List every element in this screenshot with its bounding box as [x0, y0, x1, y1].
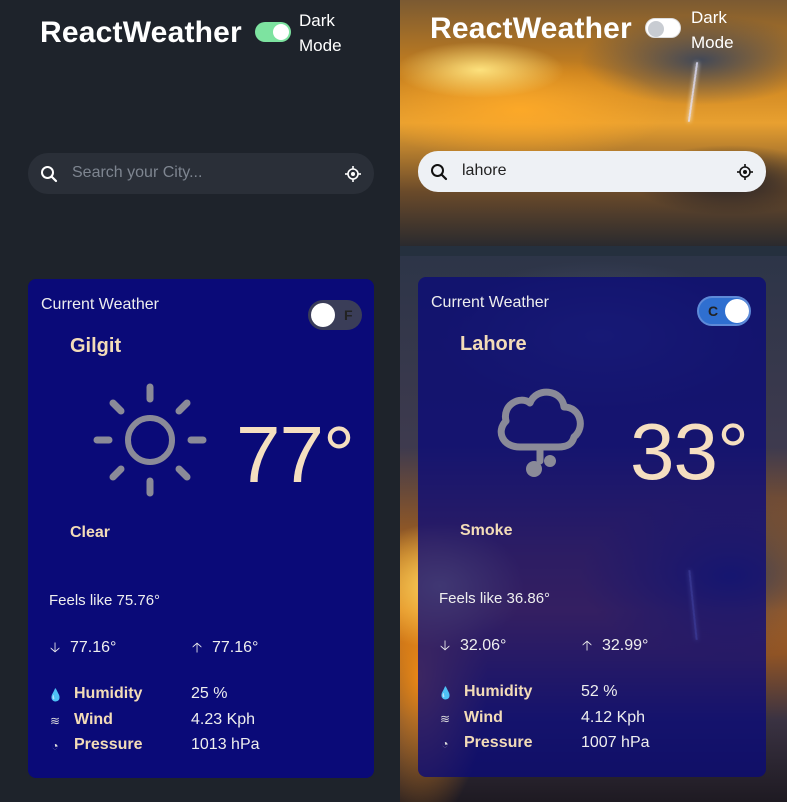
card-heading: Current Weather	[41, 296, 159, 313]
max-temp: 🡡 32.99°	[582, 635, 648, 659]
dark-panel: ReactWeather Dark Mode Search your City.…	[0, 0, 400, 802]
arrow-up-icon: 🡡	[582, 637, 593, 653]
dark-mode-label: Dark Mode	[299, 11, 342, 55]
cloud-hail-icon	[497, 388, 584, 477]
weather-card: Current Weather C Lahore 33° Smoke Feels…	[418, 277, 766, 777]
dark-mode-label: Dark Mode	[691, 8, 734, 52]
sun-icon	[93, 383, 207, 497]
droplet-icon: 💧	[48, 688, 63, 702]
city-name: Gilgit	[70, 335, 122, 357]
feels-like: Feels like 75.76°	[49, 592, 161, 609]
toggle-knob	[273, 24, 289, 40]
unit-toggle-knob	[725, 299, 749, 323]
unit-toggle[interactable]: F	[308, 300, 362, 330]
min-temp: 🡣 32.06°	[440, 635, 506, 659]
unit-label: F	[344, 307, 353, 323]
unit-toggle-knob	[311, 303, 335, 327]
unit-label: C	[708, 303, 719, 319]
dark-mode-toggle[interactable]	[255, 22, 291, 42]
unit-toggle[interactable]: C	[697, 296, 751, 326]
dark-mode-toggle[interactable]	[645, 18, 681, 38]
search-bar[interactable]: Search your City...	[28, 153, 374, 194]
search-icon	[41, 166, 58, 183]
search-input[interactable]: lahore	[462, 162, 506, 180]
min-temp: 🡣 77.16°	[50, 637, 116, 661]
weather-condition: Clear	[70, 524, 111, 541]
card-heading: Current Weather	[431, 294, 549, 311]
search-input[interactable]: Search your City...	[72, 164, 202, 182]
max-temp: 🡡 77.16°	[192, 637, 258, 661]
gauge-icon: ◔	[51, 739, 59, 753]
arrow-down-icon: 🡣	[50, 639, 61, 655]
search-icon	[431, 164, 448, 181]
wind-icon: ≋	[49, 714, 61, 728]
search-bar[interactable]: lahore	[418, 151, 766, 192]
temperature: 77°	[236, 410, 355, 499]
temperature: 33°	[630, 407, 749, 496]
weather-card: Current Weather F Gilgit 77° Clear Feels…	[28, 279, 374, 778]
city-name: Lahore	[460, 333, 527, 355]
droplet-icon: 💧	[438, 686, 453, 700]
wind-icon: ≋	[439, 712, 451, 726]
location-icon[interactable]	[345, 166, 361, 182]
weather-condition: Smoke	[460, 522, 513, 539]
arrow-up-icon: 🡡	[192, 639, 203, 655]
toggle-knob	[648, 21, 664, 37]
arrow-down-icon: 🡣	[440, 637, 451, 653]
gauge-icon: ◔	[441, 737, 449, 751]
background-seam	[400, 246, 787, 256]
app-title: ReactWeather	[430, 12, 632, 45]
feels-like: Feels like 36.86°	[439, 590, 551, 607]
light-panel: ReactWeather Dark Mode lahore Current We…	[400, 0, 787, 802]
app-title: ReactWeather	[40, 16, 242, 49]
location-icon[interactable]	[737, 164, 753, 180]
